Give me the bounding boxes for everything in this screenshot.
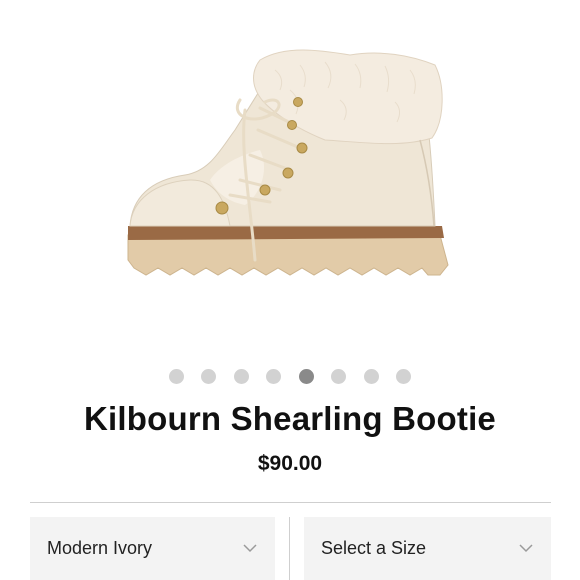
- carousel-dot[interactable]: [168, 369, 184, 384]
- chevron-down-icon: [519, 544, 533, 553]
- product-title: Kilbourn Shearling Bootie: [83, 400, 496, 437]
- chevron-down-icon: [243, 544, 257, 553]
- size-select-placeholder: Select a Size: [321, 538, 427, 558]
- carousel-dot-active[interactable]: [298, 369, 314, 384]
- color-select-value: Modern Ivory: [47, 538, 153, 558]
- carousel-dot[interactable]: [233, 369, 249, 384]
- carousel-dot[interactable]: [266, 369, 282, 384]
- product-image[interactable]: [110, 30, 470, 310]
- select-separator: [289, 517, 290, 580]
- size-select[interactable]: Select a Size: [304, 517, 551, 580]
- carousel-dot[interactable]: [201, 369, 217, 384]
- carousel-dots: [0, 369, 580, 385]
- carousel-dot[interactable]: [396, 369, 412, 384]
- carousel-dot[interactable]: [363, 369, 379, 384]
- divider: [30, 502, 551, 503]
- product-price: $90.00: [257, 452, 323, 475]
- boot-illustration: [127, 49, 449, 276]
- color-select[interactable]: Modern Ivory: [30, 517, 275, 580]
- carousel-dot[interactable]: [331, 369, 347, 384]
